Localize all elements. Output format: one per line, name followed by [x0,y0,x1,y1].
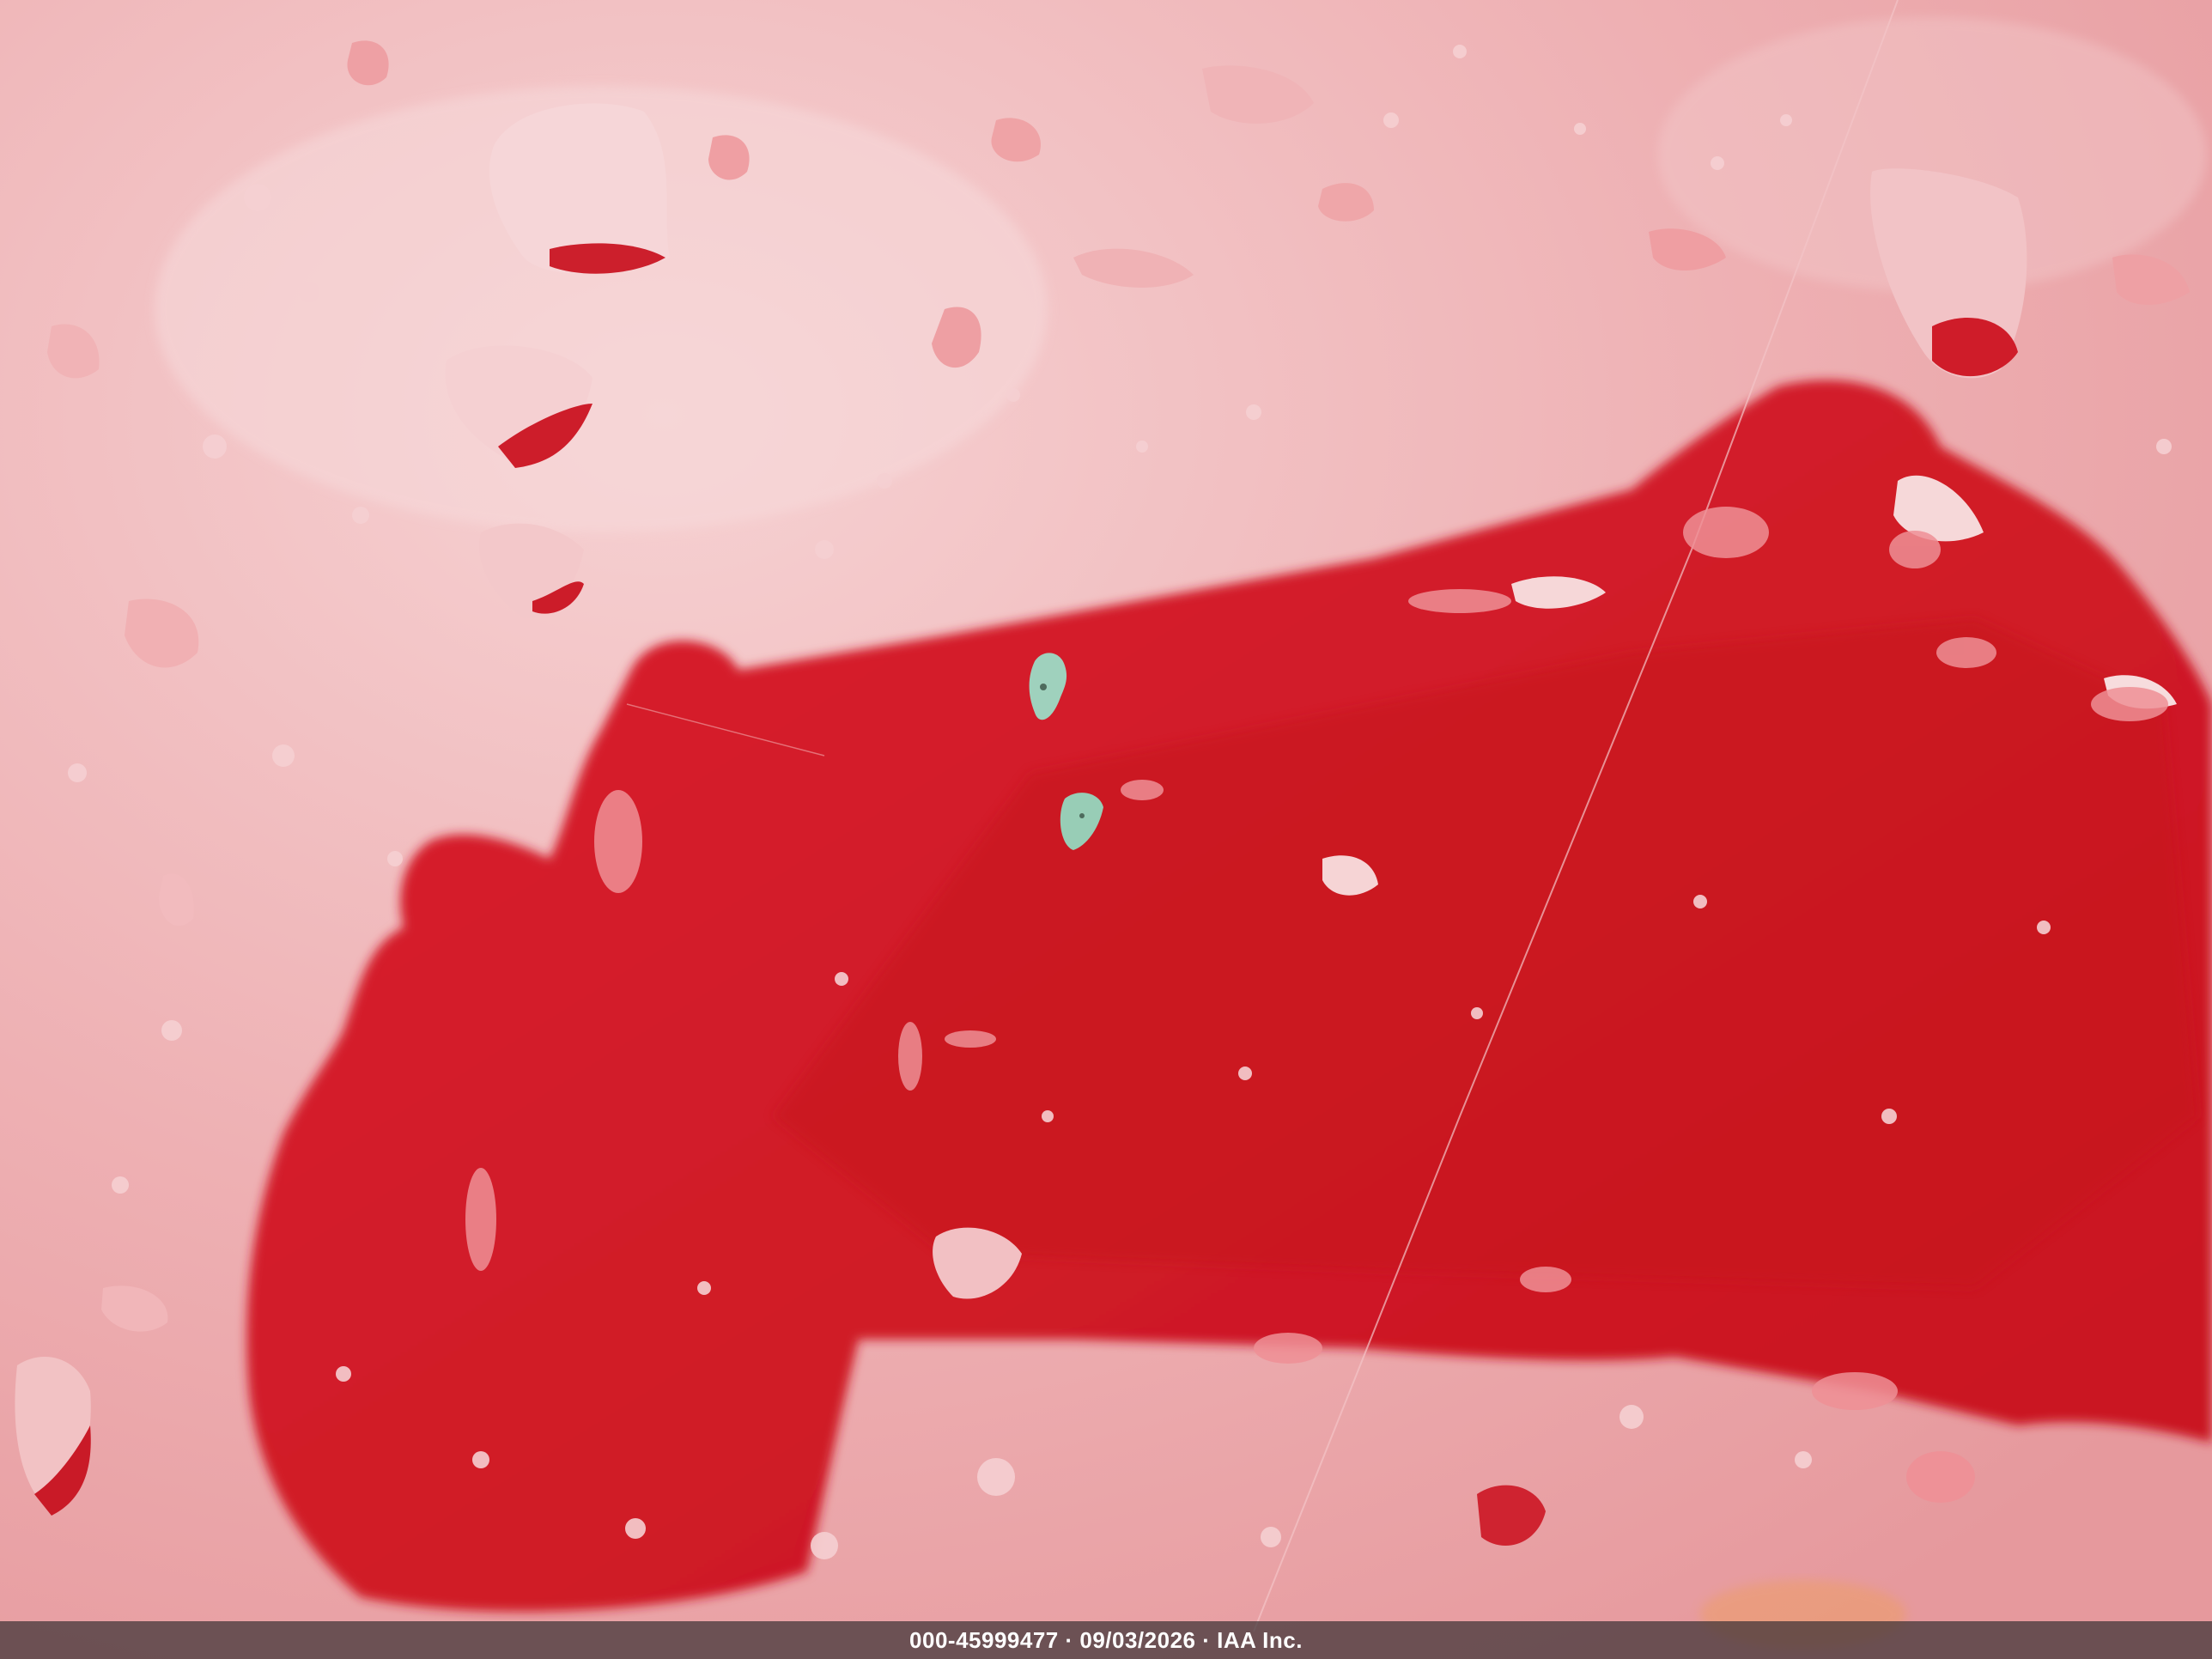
panel-illustration [0,0,2212,1659]
caption-bar: 000-45999477 · 09/03/2026 · IAA Inc. [0,1621,2212,1659]
car-panel-photo: 000-45999477 · 09/03/2026 · IAA Inc. [0,0,2212,1659]
caption-text: 000-45999477 · 09/03/2026 · IAA Inc. [909,1626,1303,1653]
